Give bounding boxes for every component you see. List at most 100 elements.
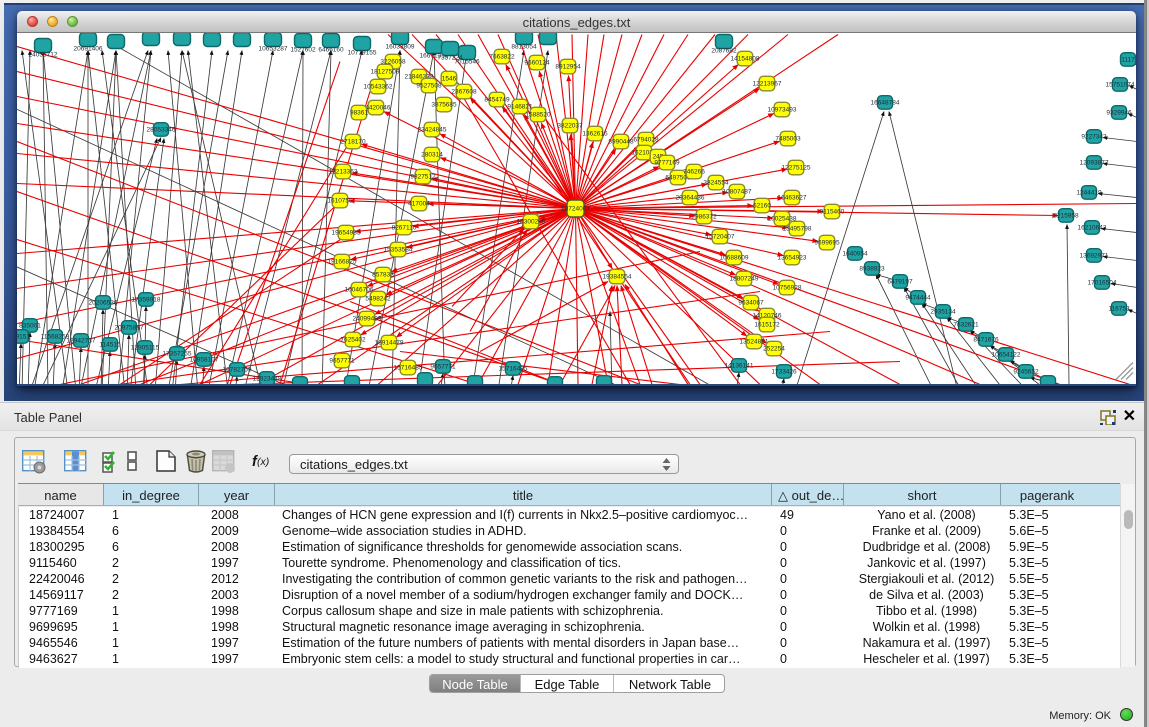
svg-text:11568259: 11568259 — [41, 334, 70, 341]
svg-text:18724007: 18724007 — [561, 206, 590, 213]
svg-text:16648784: 16648784 — [871, 100, 900, 107]
svg-text:2087682: 2087682 — [711, 48, 737, 55]
svg-text:24055712: 24055712 — [29, 52, 58, 59]
svg-text:13654923: 13654923 — [778, 255, 807, 262]
svg-text:3822037: 3822037 — [557, 123, 583, 130]
svg-text:252254: 252254 — [763, 346, 785, 353]
svg-text:20975887: 20975887 — [115, 325, 144, 332]
svg-text:116753: 116753 — [1108, 306, 1130, 313]
svg-text:16914479: 16914479 — [375, 340, 404, 347]
svg-text:7485003: 7485003 — [775, 136, 801, 143]
svg-text:19166825: 19166825 — [328, 259, 357, 266]
svg-text:13495798: 13495798 — [783, 226, 812, 233]
svg-text:1615172: 1615172 — [754, 322, 780, 329]
svg-text:8471676: 8471676 — [973, 337, 999, 344]
svg-text:13524851: 13524851 — [740, 339, 769, 346]
svg-text:10756928: 10756928 — [773, 285, 802, 292]
svg-text:20691406: 20691406 — [74, 46, 103, 53]
svg-text:10688609: 10688609 — [720, 255, 749, 262]
svg-text:8938923: 8938923 — [859, 266, 885, 273]
svg-text:1244419: 1244419 — [1076, 190, 1102, 197]
svg-text:28053346: 28053346 — [147, 127, 176, 134]
svg-text:(x): (x) — [257, 456, 269, 468]
svg-text:9527508: 9527508 — [416, 83, 442, 90]
svg-text:9245652: 9245652 — [1013, 369, 1039, 376]
svg-text:2718170: 2718170 — [340, 139, 366, 146]
svg-text:7625402: 7625402 — [340, 337, 366, 344]
svg-text:3875685: 3875685 — [431, 102, 457, 109]
svg-text:1362615: 1362615 — [582, 131, 608, 138]
svg-text:10719155: 10719155 — [348, 50, 377, 57]
svg-text:98361: 98361 — [350, 110, 368, 117]
svg-text:6479197: 6479197 — [887, 279, 913, 286]
svg-text:10543362: 10543362 — [364, 84, 393, 91]
svg-text:10653287: 10653287 — [259, 46, 288, 53]
svg-text:19384554: 19384554 — [603, 274, 632, 281]
svg-text:9115460: 9115460 — [820, 209, 845, 216]
svg-text:16463627: 16463627 — [778, 195, 807, 202]
svg-text:17016504: 17016504 — [1088, 280, 1117, 287]
svg-text:6466160: 6466160 — [318, 47, 344, 54]
svg-text:15353584: 15353584 — [384, 247, 413, 254]
svg-text:18127509: 18127509 — [371, 69, 400, 76]
svg-text:1610755: 1610755 — [327, 198, 353, 205]
svg-text:16782759: 16782759 — [223, 367, 252, 374]
svg-text:10046706: 10046706 — [345, 287, 374, 294]
svg-text:15720407: 15720407 — [706, 234, 735, 241]
svg-text:114515: 114515 — [99, 342, 121, 349]
svg-text:23424845: 23424845 — [418, 127, 447, 134]
svg-text:8267110: 8267110 — [392, 225, 417, 232]
svg-text:15716485: 15716485 — [394, 365, 423, 372]
svg-text:14154808: 14154808 — [731, 56, 760, 63]
svg-text:280314: 280314 — [421, 152, 443, 159]
svg-text:39151: 39151 — [17, 334, 30, 341]
svg-text:857833: 857833 — [372, 272, 394, 279]
svg-text:9777169: 9777169 — [654, 160, 680, 167]
svg-text:17357255: 17357255 — [163, 351, 192, 358]
svg-text:24099489: 24099489 — [353, 316, 382, 323]
svg-text:417004: 417004 — [408, 201, 430, 208]
svg-text:18807249: 18807249 — [730, 276, 759, 283]
svg-text:1546: 1546 — [442, 76, 457, 83]
svg-text:9699695: 9699695 — [814, 240, 840, 247]
svg-text:9657771: 9657771 — [329, 358, 355, 365]
svg-text:7986372: 7986372 — [691, 214, 717, 221]
svg-text:13692971: 13692971 — [1080, 253, 1109, 260]
svg-text:9329946: 9329946 — [1106, 110, 1132, 117]
svg-text:10958107: 10958107 — [190, 357, 219, 364]
svg-text:6794028: 6794028 — [633, 137, 659, 144]
svg-text:12213967: 12213967 — [753, 81, 782, 88]
svg-text:8215958: 8215958 — [1053, 213, 1079, 220]
svg-text:8912954: 8912954 — [555, 64, 581, 71]
svg-text:7663822: 7663822 — [489, 54, 515, 61]
svg-text:12905115: 12905115 — [131, 345, 160, 352]
svg-text:20206536: 20206536 — [89, 300, 118, 307]
svg-text:9474444: 9474444 — [905, 295, 931, 302]
svg-text:62160: 62160 — [753, 203, 771, 210]
svg-text:7632621: 7632621 — [953, 322, 979, 329]
svg-text:9634067: 9634067 — [738, 300, 764, 307]
svg-text:15716485: 15716485 — [499, 366, 528, 373]
svg-text:18300295: 18300295 — [517, 219, 546, 226]
svg-text:16210643: 16210643 — [1078, 225, 1107, 232]
svg-text:12923448: 12923448 — [253, 376, 282, 383]
svg-text:20364436: 20364436 — [676, 195, 705, 202]
svg-text:7357224: 7357224 — [437, 55, 463, 62]
svg-text:12942737: 12942737 — [67, 338, 96, 345]
svg-text:8990448: 8990448 — [608, 139, 634, 146]
svg-text:17359918: 17359918 — [132, 297, 161, 304]
svg-text:5498242: 5498242 — [365, 296, 391, 303]
svg-text:8813054: 8813054 — [511, 44, 537, 51]
svg-text:8454749: 8454749 — [484, 97, 510, 104]
svg-text:15751074: 15751074 — [1106, 82, 1135, 89]
svg-text:3824554: 3824554 — [703, 180, 729, 187]
svg-text:14136141: 14136141 — [725, 363, 754, 370]
svg-text:10807487: 10807487 — [723, 189, 752, 196]
svg-text:1640954: 1640954 — [842, 251, 868, 258]
svg-text:2935134: 2935134 — [930, 309, 956, 316]
svg-text:9657771: 9657771 — [430, 364, 456, 371]
svg-text:19654985: 19654985 — [332, 230, 361, 237]
svg-text:9227343: 9227343 — [1081, 134, 1107, 141]
svg-text:1117: 1117 — [1121, 57, 1135, 64]
svg-text:1588520: 1588520 — [525, 112, 551, 119]
